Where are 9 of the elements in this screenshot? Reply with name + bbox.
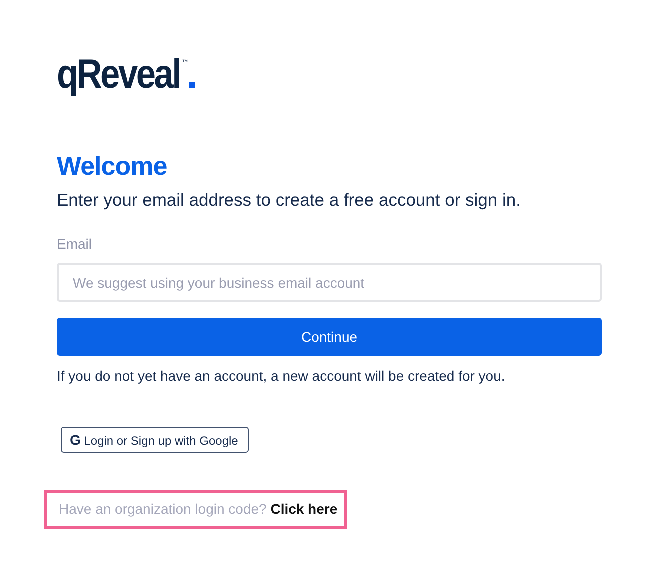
click-here-link[interactable]: Click here <box>270 501 338 517</box>
welcome-heading: Welcome <box>57 151 168 181</box>
subtitle: Enter your email address to create a free account or sign in. <box>57 189 522 211</box>
org-code-prompt: Have an organization login code? Click here <box>59 501 338 517</box>
email-field[interactable]: We suggest using your business email account <box>57 263 602 302</box>
account-note: If you do not yet have an account, a new account will be created for you. <box>57 368 506 384</box>
email-label: Email <box>57 236 94 252</box>
google-signin-button[interactable]: G Login or Sign up with Google <box>61 427 250 453</box>
continue-button[interactable]: Continue <box>57 318 602 356</box>
